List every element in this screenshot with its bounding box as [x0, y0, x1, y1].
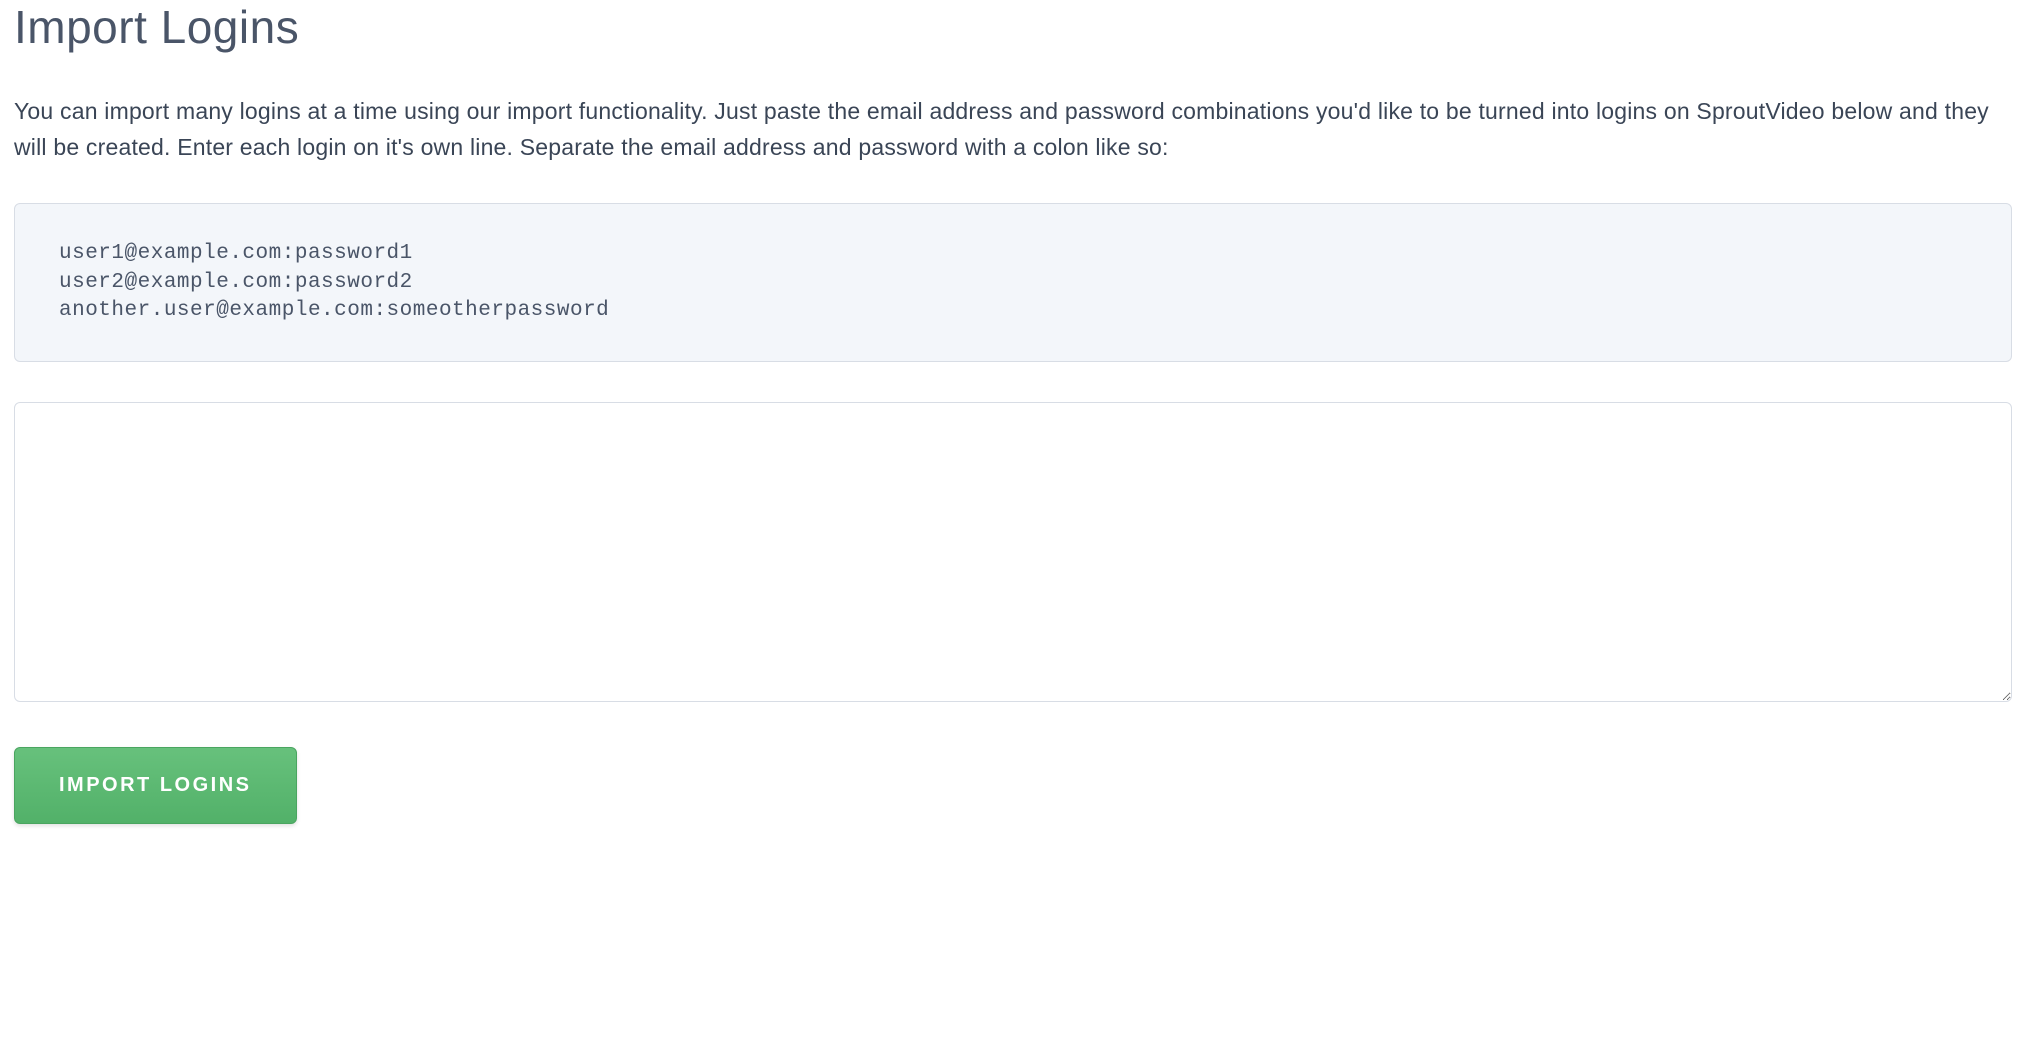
logins-input[interactable] [14, 402, 2012, 702]
import-description: You can import many logins at a time usi… [14, 94, 2012, 165]
example-box: user1@example.com:password1 user2@exampl… [14, 203, 2012, 362]
import-logins-button[interactable]: IMPORT LOGINS [14, 747, 297, 824]
example-text: user1@example.com:password1 user2@exampl… [59, 240, 1975, 325]
page-title: Import Logins [14, 0, 2012, 54]
